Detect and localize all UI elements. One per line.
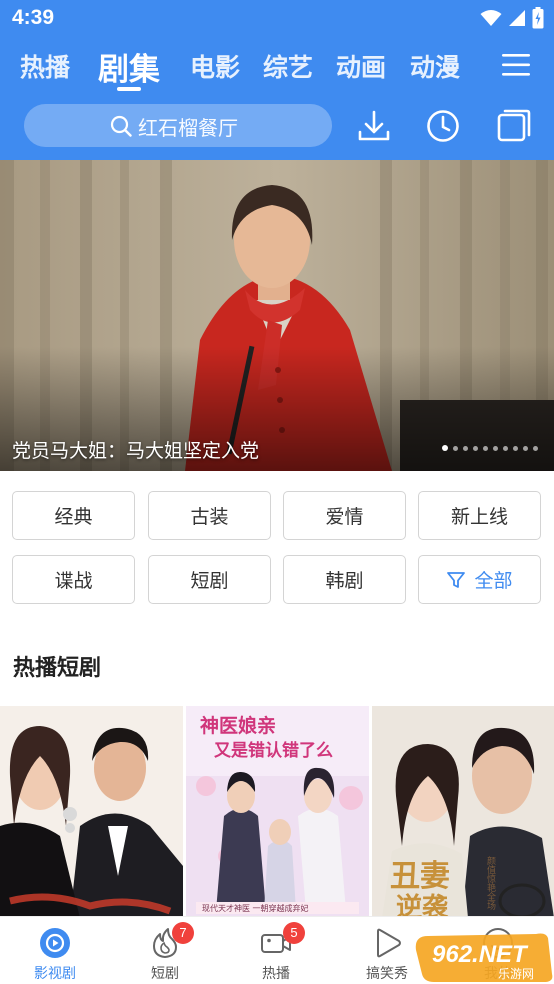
banner-dot[interactable] (442, 445, 448, 451)
play-triangle-icon (377, 928, 401, 958)
watermark-sub: 乐游网 (498, 967, 534, 981)
banner-dot[interactable] (493, 445, 498, 451)
short-drama-badge: 7 (172, 922, 194, 944)
nav-hot[interactable]: 5 热播 (221, 917, 331, 984)
category-short-drama-button[interactable]: 短剧 (148, 555, 271, 604)
wifi-icon (480, 10, 502, 26)
tab-animation[interactable]: 动画 (336, 48, 386, 84)
nav-label-tv-series: 影视剧 (34, 966, 76, 982)
nav-short-drama[interactable]: 7 短剧 (110, 917, 220, 984)
poster-card-1[interactable] (0, 706, 183, 918)
category-all-label: 全部 (474, 570, 513, 592)
download-icon[interactable] (356, 108, 392, 144)
category-korean-button[interactable]: 韩剧 (283, 555, 406, 604)
svg-text:神医娘亲: 神医娘亲 (200, 714, 276, 737)
tab-anime[interactable]: 动漫 (410, 48, 460, 84)
top-header: 4:39 热播 剧集 电影 综艺 动画 动漫 红石榴餐厅 (0, 0, 554, 160)
tab-hot[interactable]: 热播 (20, 48, 70, 84)
poster-card-3[interactable]: 丑妻 逆袭 颜值惊艳全场 (372, 706, 554, 918)
nav-label-short-drama: 短剧 (151, 966, 179, 982)
copy-icon[interactable] (496, 108, 532, 144)
category-all-button[interactable]: 全部 (418, 555, 541, 604)
search-placeholder: 红石榴餐厅 (138, 116, 238, 140)
banner-dot[interactable] (483, 445, 488, 451)
signal-icon (509, 10, 525, 26)
search-input[interactable]: 红石榴餐厅 (24, 104, 332, 147)
poster-image-3: 丑妻 逆袭 颜值惊艳全场 (372, 706, 554, 918)
banner-caption: 党员马大姐：马大姐坚定入党 (12, 440, 260, 462)
category-new-button[interactable]: 新上线 (418, 491, 541, 540)
svg-text:现代天才神医 一朝穿越成弃妃: 现代天才神医 一朝穿越成弃妃 (202, 903, 309, 913)
tab-movie[interactable]: 电影 (190, 48, 240, 84)
tab-series[interactable]: 剧集 (98, 44, 160, 89)
play-circle-icon (40, 928, 70, 958)
category-romance-button[interactable]: 爱情 (283, 491, 406, 540)
banner-dot[interactable] (503, 445, 508, 451)
hero-banner[interactable]: 党员马大姐：马大姐坚定入党 (0, 160, 554, 471)
banner-dot[interactable] (513, 445, 518, 451)
poster-card-2[interactable]: 神医娘亲 又是错认错了么 现代天才神医 一朝穿越成弃妃 (186, 706, 369, 918)
nav-tv-series[interactable]: 影视剧 (0, 917, 110, 984)
category-tabs: 热播 剧集 电影 综艺 动画 动漫 (0, 44, 554, 92)
poster-image-2: 神医娘亲 又是错认错了么 现代天才神医 一朝穿越成弃妃 (186, 706, 369, 918)
poster-image-1 (0, 706, 183, 918)
status-time: 4:39 (12, 6, 55, 29)
banner-image (0, 160, 554, 471)
history-icon[interactable] (425, 108, 461, 144)
tab-variety[interactable]: 综艺 (263, 48, 313, 84)
svg-text:又是错认错了么: 又是错认错了么 (214, 740, 333, 761)
section-title: 热播短剧 (13, 656, 102, 681)
status-icons (480, 7, 544, 29)
banner-dot[interactable] (453, 445, 458, 451)
banner-dot[interactable] (533, 445, 538, 451)
search-icon (110, 115, 132, 137)
battery-icon (532, 7, 544, 29)
status-bar: 4:39 (0, 0, 554, 38)
menu-icon[interactable] (500, 50, 534, 80)
banner-dot[interactable] (473, 445, 478, 451)
banner-pagination (442, 445, 538, 451)
svg-text:颜值惊艳全场: 颜值惊艳全场 (485, 855, 496, 911)
category-costume-button[interactable]: 古装 (148, 491, 271, 540)
filter-icon (447, 571, 466, 588)
short-drama-posters: 神医娘亲 又是错认错了么 现代天才神医 一朝穿越成弃妃 丑妻 逆袭 颜值惊艳全场 (0, 706, 554, 918)
watermark-brand: 962.NET (432, 941, 529, 968)
banner-dot[interactable] (523, 445, 528, 451)
category-spy-button[interactable]: 谍战 (12, 555, 135, 604)
svg-text:丑妻: 丑妻 (390, 859, 450, 894)
hot-badge: 5 (283, 922, 305, 944)
active-tab-indicator (117, 87, 141, 91)
site-watermark-logo: 962.NET 乐游网 (415, 933, 553, 982)
banner-dot[interactable] (463, 445, 468, 451)
svg-text:逆袭: 逆袭 (396, 892, 449, 918)
nav-label-hot: 热播 (262, 966, 290, 982)
category-classic-button[interactable]: 经典 (12, 491, 135, 540)
